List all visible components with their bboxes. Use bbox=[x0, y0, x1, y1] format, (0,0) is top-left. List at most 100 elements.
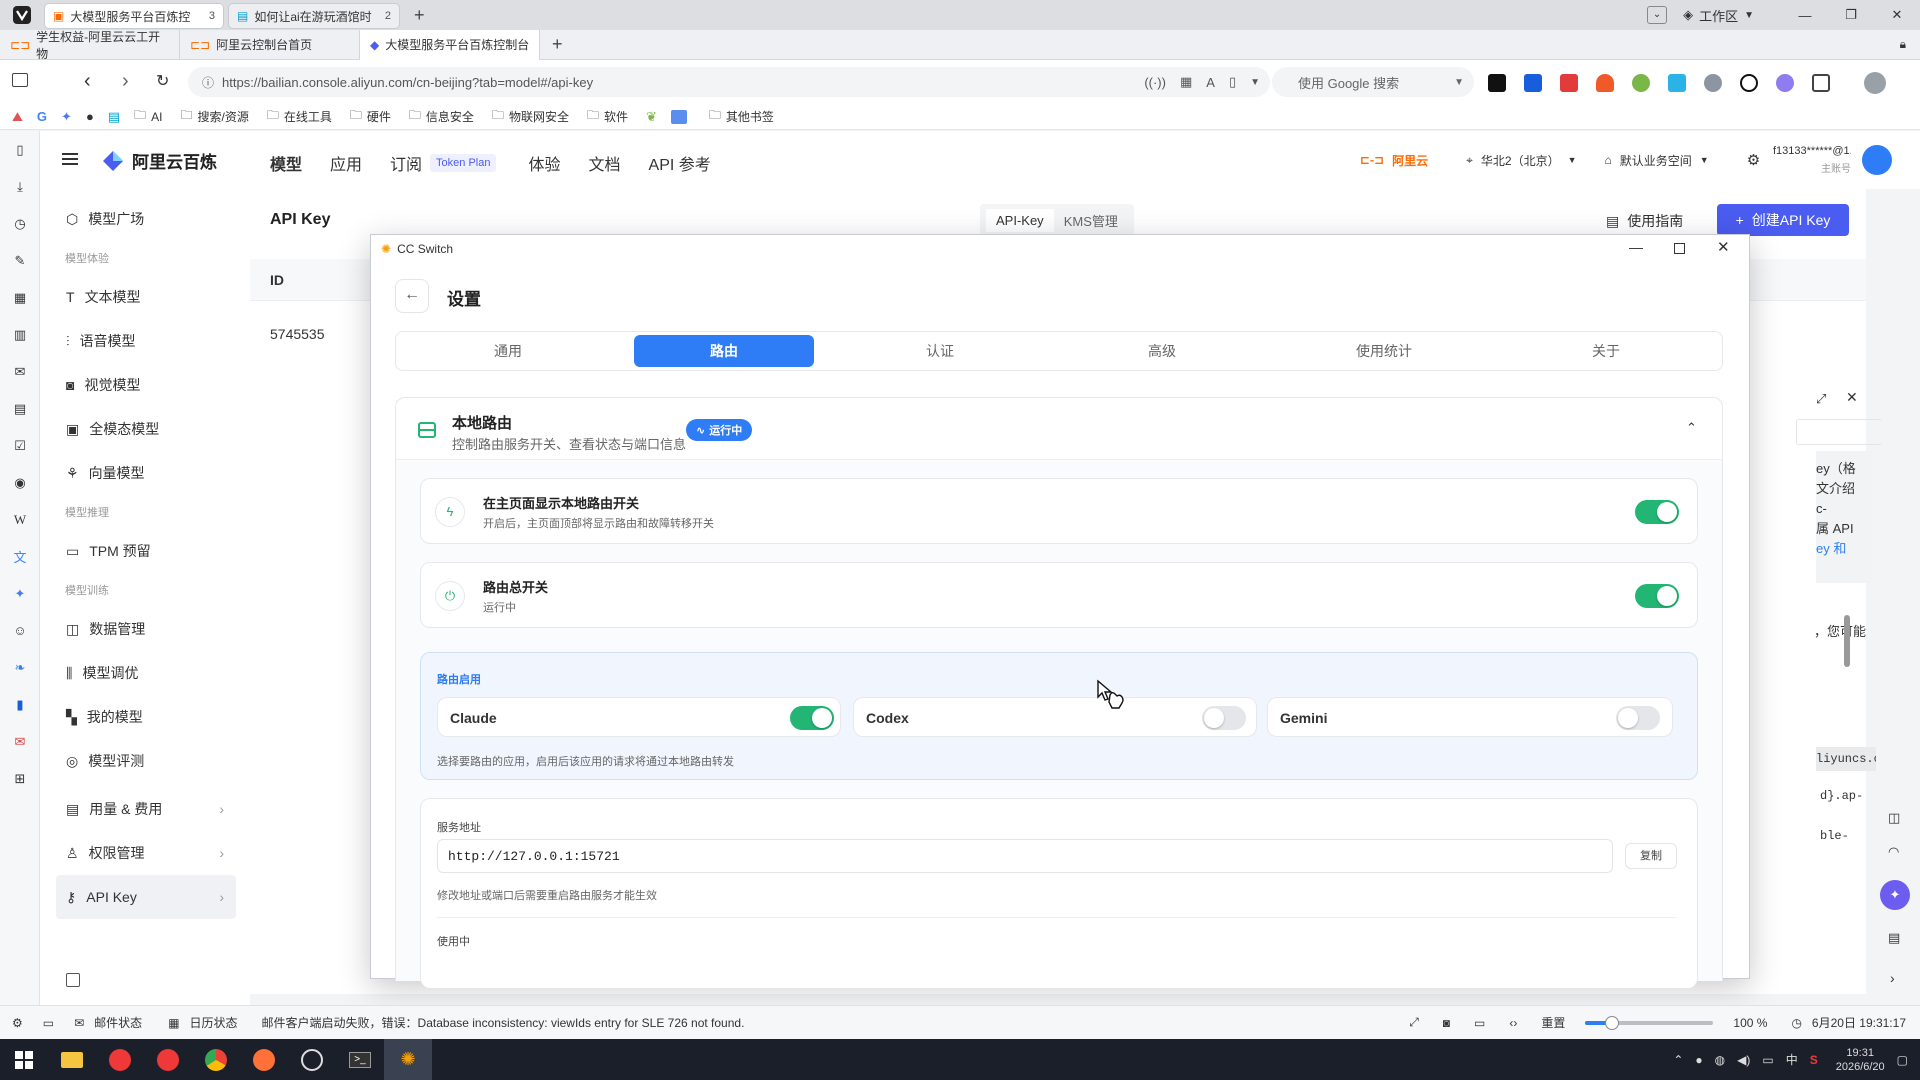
bookmarks-panel-icon[interactable]: ▯ bbox=[0, 131, 40, 168]
sidebar-item-vision-model[interactable]: ◙ 视觉模型 bbox=[40, 363, 250, 407]
codex-toggle[interactable] bbox=[1202, 706, 1246, 730]
terminal-icon[interactable]: >_ bbox=[336, 1039, 384, 1080]
zoom-reset[interactable]: 重置 bbox=[1541, 1014, 1565, 1031]
expand-icon[interactable]: ⤢ bbox=[1816, 391, 1826, 407]
sidebar-item-tuning[interactable]: ⫼ 模型调优 bbox=[40, 651, 250, 695]
tray-chevron-icon[interactable]: ⌃ bbox=[1673, 1053, 1683, 1067]
gemini-icon[interactable]: ✦ bbox=[61, 109, 72, 125]
notification-icon[interactable]: ▢ bbox=[1897, 1053, 1908, 1067]
sidebar-item-my-models[interactable]: ▚ 我的模型 bbox=[40, 695, 250, 739]
hamburger-icon[interactable] bbox=[62, 153, 78, 165]
window-icon[interactable]: ▭ bbox=[43, 1016, 54, 1030]
history-panel-icon[interactable]: ◷ bbox=[0, 205, 40, 242]
github-icon[interactable]: ● bbox=[86, 109, 94, 124]
image-bookmark-icon[interactable] bbox=[670, 109, 687, 124]
drawer-close-icon[interactable]: ✕ bbox=[1846, 389, 1858, 406]
sidebar-item-vector-model[interactable]: ⚘ 向量模型 bbox=[40, 451, 250, 495]
tab-kms[interactable]: KMS管理 bbox=[1054, 207, 1128, 234]
zoom-thumb[interactable] bbox=[1605, 1015, 1620, 1030]
bitwarden-ext-icon[interactable] bbox=[1524, 74, 1542, 92]
flame-ext-icon[interactable] bbox=[1596, 74, 1614, 92]
collapse-chevron-icon[interactable]: ⌃ bbox=[1686, 420, 1697, 436]
copy-button[interactable]: 复制 bbox=[1625, 843, 1677, 869]
start-icon[interactable] bbox=[0, 1039, 48, 1080]
panel-toggle-icon[interactable] bbox=[12, 73, 28, 87]
mail-ext-icon[interactable] bbox=[1560, 74, 1578, 92]
network-icon[interactable]: ◍ bbox=[1715, 1053, 1725, 1067]
bookmark-folder-iot[interactable]: 🗀 物联网安全 bbox=[492, 106, 569, 127]
claude-toggle[interactable] bbox=[790, 706, 834, 730]
bird-panel-icon[interactable]: ❧ bbox=[0, 649, 40, 686]
stack-tab-2[interactable]: ⊏⊐ 阿里云控制台首页 bbox=[180, 29, 360, 60]
tasks-panel-icon[interactable]: ☑ bbox=[0, 427, 40, 464]
account-info[interactable]: f13133******@1... 主账号 bbox=[1773, 145, 1851, 175]
forward-icon[interactable]: › bbox=[122, 70, 129, 93]
tab-routing[interactable]: 路由 bbox=[634, 335, 814, 367]
leaf-icon[interactable]: ❦ bbox=[646, 109, 657, 125]
download-ext-icon[interactable] bbox=[1776, 74, 1794, 92]
headset-icon[interactable]: ◠ bbox=[1888, 844, 1899, 860]
collapse-sidebar-icon[interactable] bbox=[66, 973, 80, 987]
bookmark-folder-software[interactable]: 🗀 软件 bbox=[587, 106, 628, 127]
chevron-down-icon[interactable]: ▼ bbox=[1250, 77, 1260, 88]
broadcast-icon[interactable]: ((·)) bbox=[1144, 75, 1166, 90]
feeds-panel-icon[interactable]: ◉ bbox=[0, 464, 40, 501]
back-icon[interactable]: ‹ bbox=[84, 70, 91, 93]
sidebar-item-tpm[interactable]: ▭ TPM 预留 bbox=[40, 529, 250, 573]
chevron-right-icon[interactable]: › bbox=[1890, 970, 1895, 986]
tab-advanced[interactable]: 高级 bbox=[1054, 335, 1270, 367]
brand[interactable]: 阿里云百炼 bbox=[102, 148, 217, 173]
tab-api-key[interactable]: API-Key bbox=[986, 208, 1054, 232]
bag-icon[interactable]: ◫ bbox=[1888, 810, 1900, 826]
window-minimize-icon[interactable]: — bbox=[1629, 239, 1643, 255]
layout-icon[interactable]: ▭ bbox=[1474, 1016, 1485, 1030]
calendar-status[interactable]: 日历状态 bbox=[190, 1014, 238, 1031]
vivaldi-2-icon[interactable] bbox=[144, 1039, 192, 1080]
workspace-menu[interactable]: ◈ 工作区 ▼ bbox=[1683, 6, 1754, 25]
battery-icon[interactable]: ▭ bbox=[1762, 1053, 1773, 1067]
aliyun-label[interactable]: 阿里云 bbox=[1392, 152, 1428, 169]
nav-model[interactable]: 模型 bbox=[270, 151, 302, 175]
master-switch-toggle[interactable] bbox=[1635, 584, 1679, 608]
avatar[interactable] bbox=[1862, 145, 1892, 175]
sidebar-item-text-model[interactable]: T 文本模型 bbox=[40, 275, 250, 319]
terminal-ext-icon[interactable] bbox=[1488, 74, 1506, 92]
bookmark-folder-ai[interactable]: 🗀 AI bbox=[134, 106, 162, 127]
sidebar-item-model-square[interactable]: ⬡ 模型广场 bbox=[40, 197, 250, 241]
gemini-panel-icon[interactable]: ✦ bbox=[0, 575, 40, 612]
minimize-icon[interactable]: — bbox=[1782, 8, 1828, 23]
zoom-slider[interactable] bbox=[1585, 1015, 1714, 1030]
volume-icon[interactable]: ◀) bbox=[1737, 1053, 1750, 1067]
stack-tab-1[interactable]: ⊏⊐ 学生权益-阿里云云工开物 bbox=[0, 29, 180, 61]
chrome-icon[interactable] bbox=[192, 1039, 240, 1080]
sidebar-item-usage[interactable]: ▤ 用量 & 费用 › bbox=[40, 787, 250, 831]
sidebar-item-eval[interactable]: ◎ 模型评测 bbox=[40, 739, 250, 783]
service-address-input[interactable]: http://127.0.0.1:15721 bbox=[437, 839, 1613, 873]
workspace-selector[interactable]: 默认业务空间 bbox=[1620, 152, 1692, 169]
nav-experience[interactable]: 体验 bbox=[528, 151, 560, 175]
guide-link[interactable]: ▤ 使用指南 bbox=[1606, 211, 1683, 231]
mail2-panel-icon[interactable]: ✉ bbox=[0, 723, 40, 760]
search-field[interactable]: 使用 Google 搜索 ▼ bbox=[1272, 67, 1474, 97]
bitwarden-panel-icon[interactable]: ▮ bbox=[0, 686, 40, 723]
stack-tab-3[interactable]: ◆ 大模型服务平台百炼控制台 bbox=[360, 29, 540, 60]
shield-ext-icon[interactable] bbox=[1704, 74, 1722, 92]
browser-tab-2[interactable]: ▤ 如何让ai在游玩酒馆时 2 bbox=[228, 3, 400, 29]
mail-status[interactable]: 邮件状态 bbox=[94, 1014, 142, 1031]
sidebar-item-data[interactable]: ◫ 数据管理 bbox=[40, 607, 250, 651]
ime-indicator[interactable]: 中 bbox=[1786, 1051, 1798, 1068]
bookmark-app-icon[interactable]: ⛰ bbox=[12, 109, 23, 125]
wikipedia-panel-icon[interactable]: W bbox=[0, 501, 40, 538]
explorer-icon[interactable] bbox=[48, 1039, 96, 1080]
nav-app[interactable]: 应用 bbox=[330, 151, 362, 175]
restore-icon[interactable]: ❐ bbox=[1828, 7, 1874, 23]
section-header[interactable]: 本地路由 控制路由服务开关、查看状态与端口信息 ∿ 运行中 ⌃ bbox=[396, 398, 1722, 460]
taskbar-clock[interactable]: 19:31 2026/6/20 bbox=[1836, 1046, 1885, 1074]
tab-usage-stats[interactable]: 使用统计 bbox=[1276, 335, 1492, 367]
show-switch-toggle[interactable] bbox=[1635, 500, 1679, 524]
reload-icon[interactable]: ↻ bbox=[156, 71, 169, 91]
bookmark-folder-security[interactable]: 🗀 信息安全 bbox=[409, 106, 474, 127]
gemini-toggle[interactable] bbox=[1616, 706, 1660, 730]
calendar-icon[interactable]: ▦ bbox=[168, 1016, 179, 1030]
bilibili-icon[interactable]: ▤ bbox=[108, 109, 120, 125]
